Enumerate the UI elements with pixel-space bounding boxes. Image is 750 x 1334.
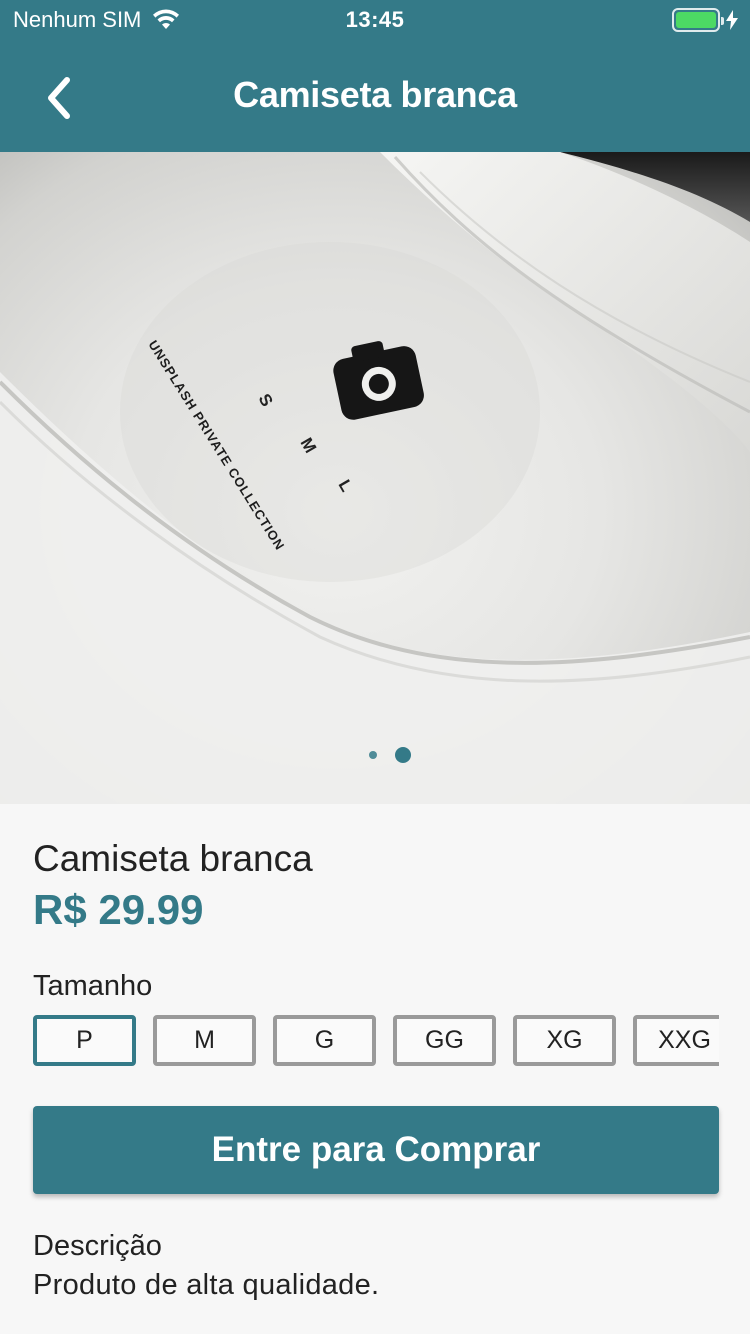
size-option-gg[interactable]: GG — [393, 1015, 496, 1066]
size-option-m[interactable]: M — [153, 1015, 256, 1066]
page-dot-active[interactable] — [395, 747, 411, 763]
product-details: Camiseta branca R$ 29.99 Tamanho P M G G… — [33, 838, 719, 1302]
size-selector: P M G GG XG XXG — [33, 1015, 719, 1066]
product-name: Camiseta branca — [33, 838, 313, 879]
battery-icon — [672, 8, 724, 32]
status-time: 13:45 — [345, 7, 405, 32]
app-header: Nenhum SIM 13:45 Camiseta branca — [0, 0, 750, 152]
charging-bolt-icon — [726, 10, 738, 30]
status-bar: Nenhum SIM 13:45 — [0, 0, 750, 40]
page-indicator — [15, 747, 750, 763]
size-option-xg[interactable]: XG — [513, 1015, 616, 1066]
size-option-g[interactable]: G — [273, 1015, 376, 1066]
product-image-carousel[interactable]: S M L UNSPLASH PRIVATE COLLECTION — [0, 152, 750, 804]
page-title: Camiseta branca — [233, 74, 517, 115]
battery-fill — [676, 12, 716, 28]
description-title: Descrição — [33, 1230, 162, 1262]
size-option-xxg[interactable]: XXG — [633, 1015, 719, 1066]
buy-button[interactable]: Entre para Comprar — [33, 1106, 719, 1194]
product-price: R$ 29.99 — [33, 886, 204, 933]
product-photo: S M L UNSPLASH PRIVATE COLLECTION — [0, 152, 750, 804]
size-label: Tamanho — [33, 970, 153, 1002]
description-text: Produto de alta qualidade. — [33, 1269, 380, 1301]
size-option-p[interactable]: P — [33, 1015, 136, 1066]
battery-indicator — [672, 8, 738, 32]
page-dot[interactable] — [369, 751, 377, 759]
